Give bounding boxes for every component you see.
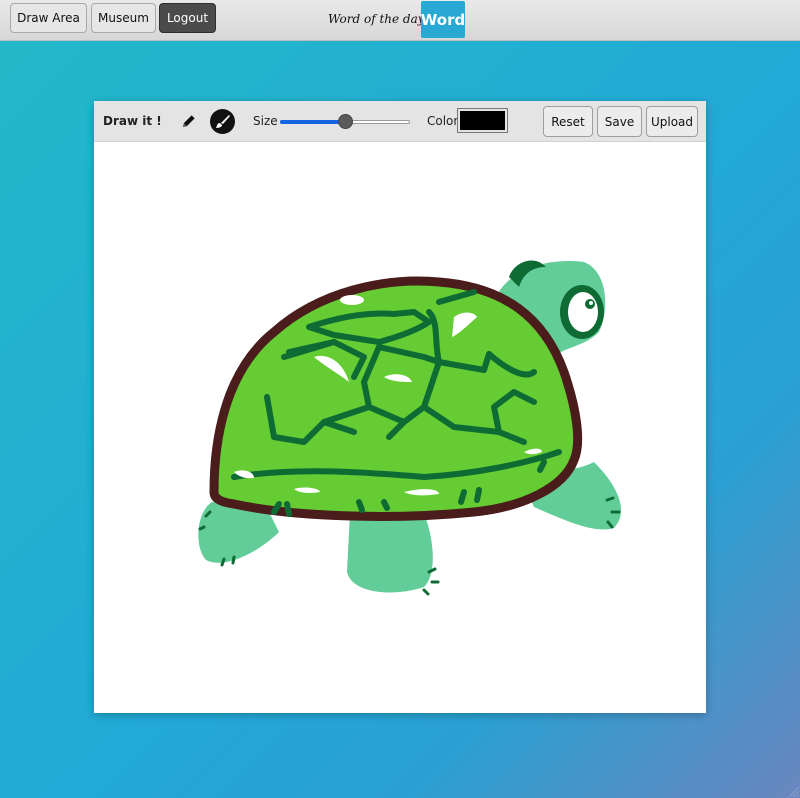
resize-grip-icon[interactable]	[786, 784, 800, 798]
size-label: Size	[253, 114, 278, 128]
toolbar-title: Draw it !	[103, 114, 162, 128]
turtle-illustration	[198, 260, 622, 596]
top-nav-bar: Draw Area Museum Logout Word of the day …	[0, 0, 800, 41]
reset-button[interactable]: Reset	[543, 106, 593, 137]
turtle-front-leg	[347, 512, 433, 593]
upload-button[interactable]: Upload	[646, 106, 698, 137]
drawing-panel: Draw it ! Size Color Reset Save Upload	[94, 101, 706, 713]
color-picker[interactable]	[457, 108, 508, 133]
logout-button[interactable]: Logout	[159, 3, 216, 33]
size-slider[interactable]	[280, 114, 410, 129]
word-of-the-day-label: Word of the day :	[328, 12, 433, 26]
save-button[interactable]: Save	[597, 106, 642, 137]
brush-icon[interactable]	[210, 109, 235, 134]
drawing-toolbar: Draw it ! Size Color Reset Save Upload	[94, 101, 706, 142]
draw-area-button[interactable]: Draw Area	[10, 3, 87, 33]
color-swatch	[460, 111, 505, 130]
size-slider-thumb[interactable]	[338, 114, 353, 129]
museum-button[interactable]: Museum	[91, 3, 156, 33]
color-label: Color	[427, 114, 459, 128]
size-slider-fill	[280, 120, 345, 124]
word-of-the-day-value: Word	[421, 1, 465, 38]
drawing-canvas[interactable]	[94, 142, 706, 713]
pencil-icon[interactable]	[180, 112, 198, 130]
